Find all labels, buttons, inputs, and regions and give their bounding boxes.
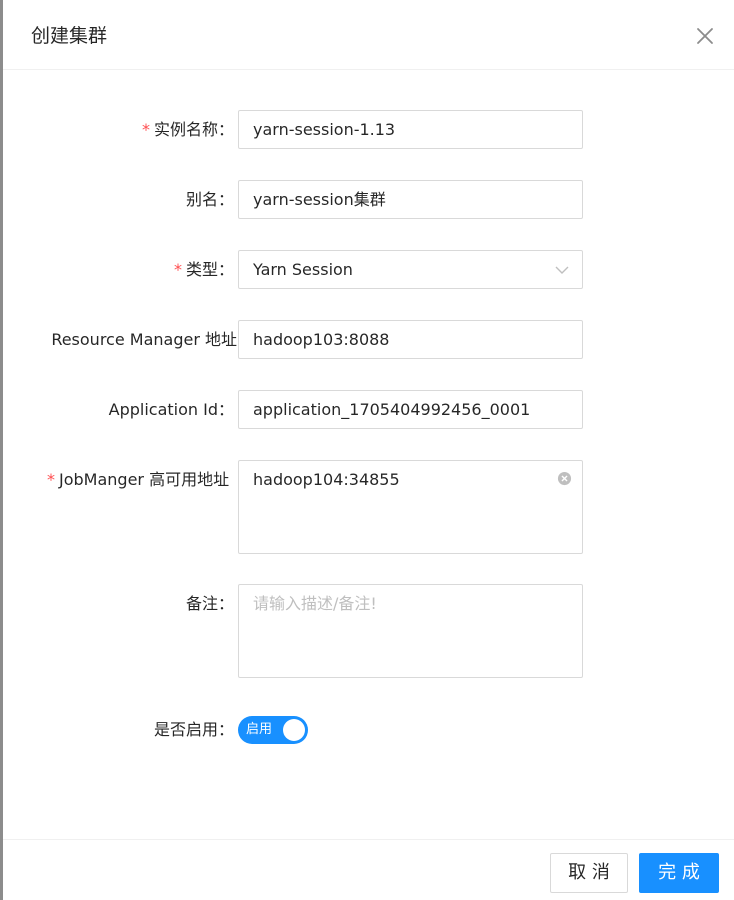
- enabled-label: 是否启用：: [153, 720, 234, 739]
- type-label: * 类型：: [173, 260, 234, 279]
- modal-footer: 取 消 完 成: [3, 839, 734, 900]
- clear-circle-icon[interactable]: [557, 471, 572, 486]
- enabled-switch[interactable]: 启用: [238, 716, 308, 744]
- application-id-label: Application Id：: [108, 400, 234, 419]
- instance-name-label: * 实例名称：: [141, 120, 234, 139]
- close-icon: [697, 28, 713, 44]
- switch-text: 启用: [246, 722, 273, 737]
- modal-header: 创建集群: [3, 0, 734, 70]
- alias-input[interactable]: yarn-session集群: [238, 180, 583, 219]
- remark-textarea[interactable]: 请输入描述/备注!: [238, 584, 583, 678]
- required-mark: *: [47, 470, 55, 489]
- resource-manager-input[interactable]: hadoop103:8088: [238, 320, 583, 359]
- ok-button[interactable]: 完 成: [639, 853, 719, 893]
- resource-manager-label: Resource Manager 地址: [51, 330, 237, 349]
- type-selected-value: Yarn Session: [253, 260, 353, 279]
- alias-label: 别名：: [185, 190, 234, 209]
- cancel-button[interactable]: 取 消: [550, 853, 628, 893]
- jobmanager-ha-textarea[interactable]: hadoop104:34855: [238, 460, 583, 554]
- create-cluster-modal: 创建集群 * 实例名称： yarn-session-1.13 别名： yarn-s…: [3, 0, 734, 900]
- application-id-input[interactable]: application_1705404992456_0001: [238, 390, 583, 429]
- application-id-value: application_1705404992456_0001: [253, 400, 531, 419]
- chevron-down-icon: [555, 266, 569, 274]
- jobmanager-ha-value: hadoop104:34855: [253, 470, 400, 489]
- modal-title: 创建集群: [31, 25, 108, 47]
- instance-name-input[interactable]: yarn-session-1.13: [238, 110, 583, 149]
- type-select[interactable]: Yarn Session: [238, 250, 583, 289]
- remark-label: 备注：: [185, 594, 234, 613]
- resource-manager-value: hadoop103:8088: [253, 330, 390, 349]
- instance-name-value: yarn-session-1.13: [253, 120, 396, 139]
- required-mark: *: [141, 120, 150, 139]
- switch-knob: [283, 719, 305, 741]
- remark-placeholder: 请输入描述/备注!: [253, 594, 377, 613]
- required-mark: *: [173, 260, 182, 279]
- jobmanager-ha-label: * JobManger 高可用地址: [47, 470, 230, 489]
- close-button[interactable]: [693, 24, 717, 48]
- alias-value: yarn-session集群: [253, 190, 386, 209]
